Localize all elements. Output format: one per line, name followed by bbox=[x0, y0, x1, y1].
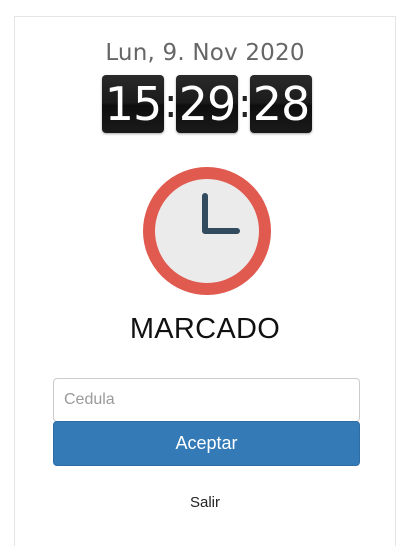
logout-link[interactable]: Salir bbox=[0, 494, 410, 511]
current-date: Lun, 9. Nov 2020 bbox=[105, 40, 305, 66]
digital-clock: 15 : 29 : 28 bbox=[102, 75, 312, 133]
cedula-input[interactable] bbox=[53, 378, 360, 422]
accept-button[interactable]: Aceptar bbox=[53, 421, 360, 466]
clock-hours: 15 bbox=[102, 75, 164, 133]
status-label: MARCADO bbox=[129, 313, 281, 345]
clock-separator: : bbox=[164, 81, 178, 127]
clock-icon bbox=[143, 167, 271, 295]
clock-seconds: 28 bbox=[250, 75, 312, 133]
clock-separator: : bbox=[238, 81, 252, 127]
clock-minutes: 29 bbox=[176, 75, 238, 133]
